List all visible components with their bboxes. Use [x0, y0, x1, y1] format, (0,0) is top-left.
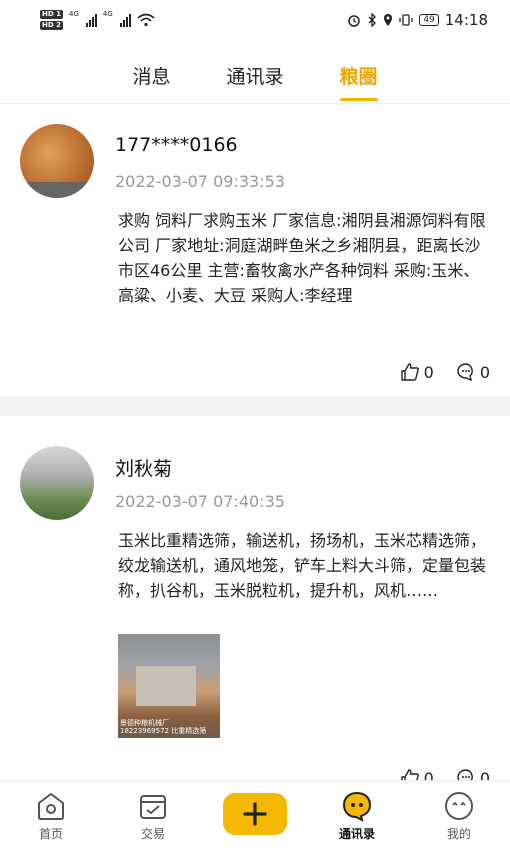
nav-profile-label: 我的	[446, 827, 471, 841]
add-button[interactable]	[223, 793, 287, 835]
post-actions: 0 0	[400, 768, 490, 780]
nav-add[interactable]	[204, 781, 306, 850]
location-icon	[384, 14, 393, 26]
thumbs-up-icon	[400, 363, 419, 381]
vibrate-icon	[399, 14, 413, 26]
feed-list[interactable]: 177****0166 2022-03-07 09:33:53 求购 饲料厂求购…	[0, 104, 510, 780]
nav-trade-label: 交易	[140, 827, 165, 841]
status-right: 49 14:18	[347, 11, 488, 29]
battery-indicator: 49	[419, 14, 439, 26]
post-card[interactable]: 刘秋菊 2022-03-07 07:40:35 玉米比重精选筛，输送机，扬场机，…	[0, 416, 510, 780]
network-type-1: 4G	[68, 10, 79, 18]
post-actions: 0 0	[400, 362, 490, 382]
profile-icon	[445, 792, 473, 820]
sim2-badge: HD 2	[40, 21, 63, 30]
avatar[interactable]	[20, 446, 94, 520]
home-icon	[38, 793, 64, 820]
author-name[interactable]: 刘秋菊	[115, 454, 172, 481]
comment-count: 0	[479, 768, 490, 781]
sim1-badge: HD 1	[40, 10, 63, 19]
plus-icon	[243, 802, 267, 826]
signal-icon	[119, 13, 131, 27]
sim-indicators: HD 1 HD 2	[40, 10, 63, 30]
top-tabs: 消息 通讯录 粮圈	[0, 46, 510, 104]
tab-messages[interactable]: 消息	[132, 46, 170, 103]
chat-face-icon	[342, 791, 372, 822]
comment-button[interactable]: 0	[456, 362, 490, 382]
status-bar: HD 1 HD 2 4G 4G 49 14:18	[0, 0, 510, 40]
post-text: 求购 饲料厂求购玉米 厂家信息:湘阴县湘源饲料有限公司 厂家地址:洞庭湖畔鱼米之…	[118, 211, 486, 305]
bluetooth-icon	[368, 13, 377, 27]
post-time: 2022-03-07 09:33:53	[115, 172, 285, 191]
post-photo[interactable]: 景德种粮机械厂 18223969572 比重精选筛	[118, 634, 220, 738]
thumbs-up-icon	[400, 769, 419, 780]
post-text: 玉米比重精选筛，输送机，扬场机，玉米芯精选筛，绞龙输送机，通风地笼，铲车上料大斗…	[118, 531, 487, 600]
tab-grain-circle[interactable]: 粮圈	[339, 46, 378, 103]
like-button[interactable]: 0	[400, 362, 434, 382]
comment-button[interactable]: 0	[456, 768, 490, 780]
like-count: 0	[423, 362, 434, 382]
comment-icon	[457, 769, 473, 780]
nav-trade[interactable]: 交易	[102, 781, 204, 850]
network-type-2: 4G	[102, 10, 113, 18]
comment-count: 0	[479, 362, 490, 382]
avatar[interactable]	[20, 124, 94, 198]
post-time: 2022-03-07 07:40:35	[115, 492, 285, 511]
wifi-icon	[137, 13, 155, 27]
nav-home-label: 首页	[38, 827, 63, 841]
nav-profile[interactable]: 我的	[408, 781, 510, 850]
status-left: HD 1 HD 2 4G 4G	[40, 10, 155, 30]
like-count: 0	[423, 768, 434, 781]
bottom-nav: 首页 交易 通讯录 我的	[0, 780, 510, 850]
nav-contacts-label: 通讯录	[338, 827, 375, 841]
nav-contacts[interactable]: 通讯录	[306, 781, 408, 850]
photo-caption: 景德种粮机械厂 18223969572 比重精选筛	[120, 719, 207, 735]
like-button[interactable]: 0	[400, 768, 434, 780]
alarm-icon	[348, 15, 361, 27]
nav-home[interactable]: 首页	[0, 781, 102, 850]
comment-icon	[457, 363, 473, 382]
tab-contacts[interactable]: 通讯录	[226, 46, 283, 103]
post-card[interactable]: 177****0166 2022-03-07 09:33:53 求购 饲料厂求购…	[0, 104, 510, 396]
trade-icon	[140, 795, 166, 819]
author-name[interactable]: 177****0166	[115, 134, 238, 156]
signal-icon	[85, 13, 97, 27]
clock: 14:18	[444, 11, 488, 29]
